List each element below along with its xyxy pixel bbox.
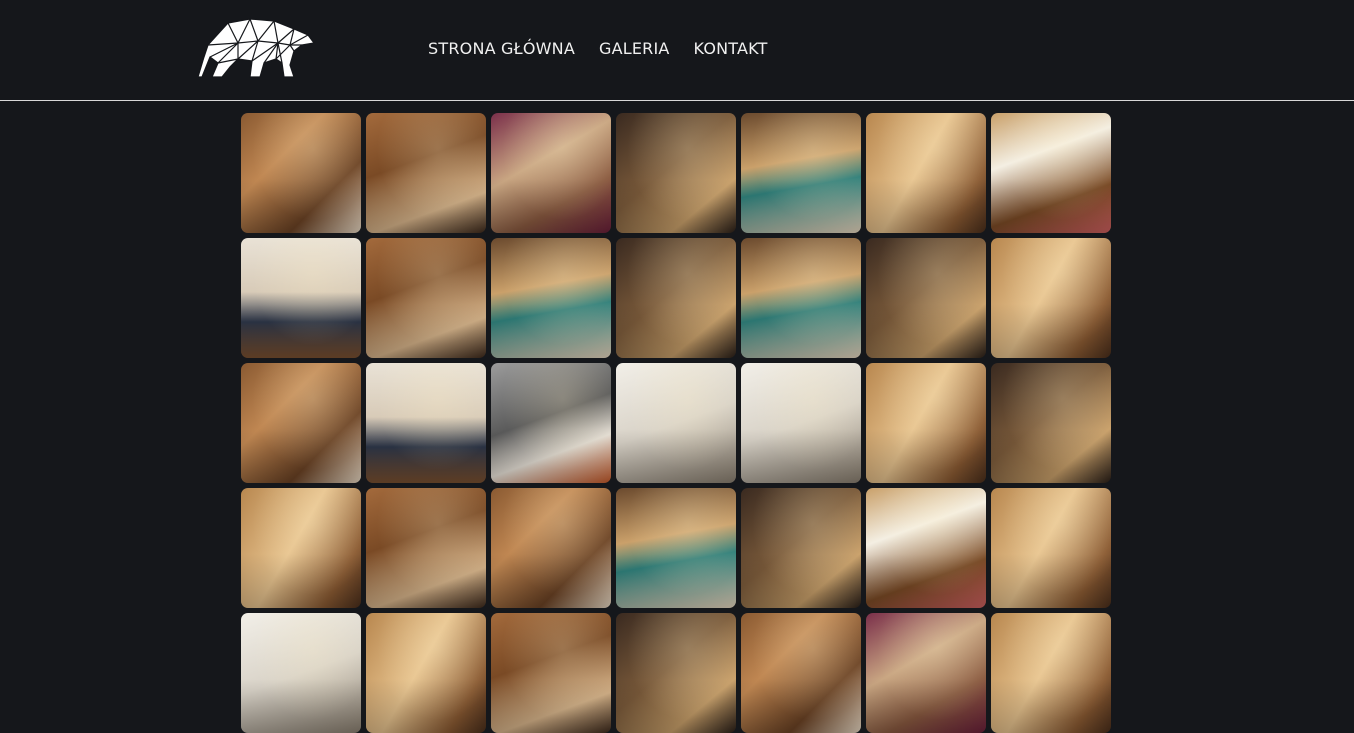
nav-home-link[interactable]: STRONA GŁÓWNA (428, 38, 575, 60)
gallery-thumbnail[interactable] (741, 113, 861, 233)
gallery-thumbnail[interactable] (991, 238, 1111, 358)
nav-gallery-link[interactable]: GALERIA (599, 38, 670, 60)
gallery-thumbnail[interactable] (491, 238, 611, 358)
gallery-thumbnail[interactable] (616, 488, 736, 608)
gallery-thumbnail[interactable] (991, 363, 1111, 483)
gallery-thumbnail[interactable] (366, 488, 486, 608)
gallery-thumbnail[interactable] (991, 113, 1111, 233)
gallery-thumbnail[interactable] (241, 363, 361, 483)
gallery-thumbnail[interactable] (241, 613, 361, 733)
nav-contact-link[interactable]: KONTAKT (694, 38, 768, 60)
main-nav: STRONA GŁÓWNA GALERIA KONTAKT (428, 38, 792, 60)
gallery-thumbnail[interactable] (241, 238, 361, 358)
gallery-thumbnail[interactable] (741, 363, 861, 483)
gallery-thumbnail[interactable] (491, 363, 611, 483)
geometric-bear-icon (197, 18, 315, 78)
gallery-thumbnail[interactable] (491, 113, 611, 233)
bear-logo[interactable] (197, 15, 316, 79)
gallery-thumbnail[interactable] (241, 488, 361, 608)
gallery-thumbnail[interactable] (241, 113, 361, 233)
gallery-thumbnail[interactable] (491, 613, 611, 733)
gallery-thumbnail[interactable] (866, 613, 986, 733)
gallery-thumbnail[interactable] (366, 363, 486, 483)
gallery-thumbnail[interactable] (491, 488, 611, 608)
photo-gallery (241, 113, 1111, 733)
gallery-thumbnail[interactable] (866, 488, 986, 608)
gallery-thumbnail[interactable] (991, 488, 1111, 608)
gallery-thumbnail[interactable] (366, 238, 486, 358)
gallery-thumbnail[interactable] (616, 363, 736, 483)
gallery-thumbnail[interactable] (616, 613, 736, 733)
gallery-thumbnail[interactable] (616, 238, 736, 358)
gallery-thumbnail[interactable] (991, 613, 1111, 733)
gallery-thumbnail[interactable] (741, 488, 861, 608)
gallery-thumbnail[interactable] (741, 238, 861, 358)
gallery-thumbnail[interactable] (866, 363, 986, 483)
gallery-thumbnail[interactable] (616, 113, 736, 233)
site-header: STRONA GŁÓWNA GALERIA KONTAKT (0, 0, 1354, 101)
gallery-thumbnail[interactable] (366, 613, 486, 733)
gallery-thumbnail[interactable] (366, 113, 486, 233)
gallery-thumbnail[interactable] (866, 113, 986, 233)
gallery-thumbnail[interactable] (866, 238, 986, 358)
gallery-thumbnail[interactable] (741, 613, 861, 733)
